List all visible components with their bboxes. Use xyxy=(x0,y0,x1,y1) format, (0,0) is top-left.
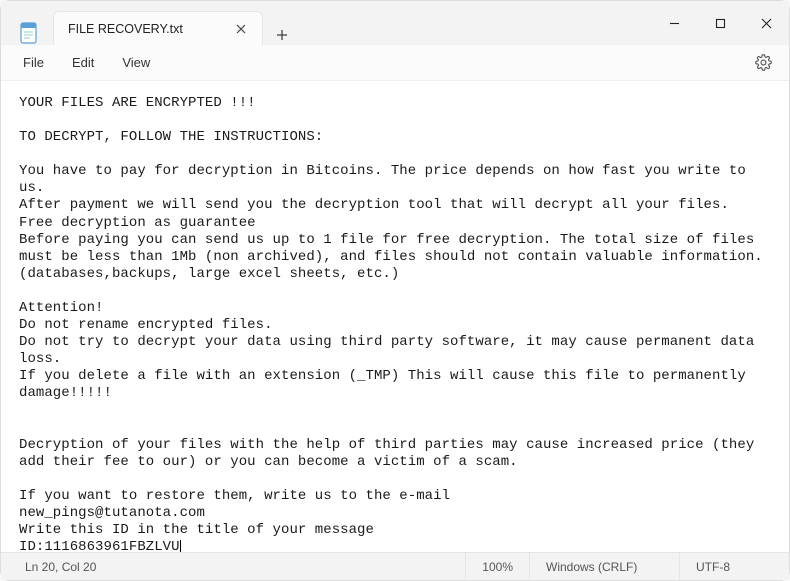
gear-icon xyxy=(755,54,772,71)
menu-file[interactable]: File xyxy=(9,49,58,76)
new-tab-button[interactable] xyxy=(265,29,299,41)
status-zoom[interactable]: 100% xyxy=(465,553,529,580)
notepad-icon xyxy=(19,21,39,45)
close-button[interactable] xyxy=(743,1,789,45)
close-icon xyxy=(236,24,246,34)
tab-file-recovery[interactable]: FILE RECOVERY.txt xyxy=(53,11,263,45)
status-encoding[interactable]: UTF-8 xyxy=(679,553,789,580)
menu-view[interactable]: View xyxy=(108,49,164,76)
close-icon xyxy=(761,18,772,29)
maximize-button[interactable] xyxy=(697,1,743,45)
close-tab-button[interactable] xyxy=(232,20,250,38)
title-bar: FILE RECOVERY.txt xyxy=(1,1,789,45)
menu-edit[interactable]: Edit xyxy=(58,49,108,76)
menu-bar: File Edit View xyxy=(1,45,789,81)
window-controls xyxy=(651,1,789,45)
minimize-button[interactable] xyxy=(651,1,697,45)
status-line-ending[interactable]: Windows (CRLF) xyxy=(529,553,679,580)
maximize-icon xyxy=(715,18,726,29)
tab-title: FILE RECOVERY.txt xyxy=(68,22,222,36)
text-editor[interactable]: YOUR FILES ARE ENCRYPTED !!! TO DECRYPT,… xyxy=(1,81,789,552)
settings-button[interactable] xyxy=(745,54,781,71)
app-icon xyxy=(9,21,49,45)
minimize-icon xyxy=(669,18,680,29)
status-cursor-position: Ln 20, Col 20 xyxy=(1,553,112,580)
plus-icon xyxy=(276,29,288,41)
text-caret xyxy=(180,540,181,552)
status-bar: Ln 20, Col 20 100% Windows (CRLF) UTF-8 xyxy=(1,552,789,580)
document-text: YOUR FILES ARE ENCRYPTED !!! TO DECRYPT,… xyxy=(19,95,771,552)
tab-strip: FILE RECOVERY.txt xyxy=(1,1,299,45)
